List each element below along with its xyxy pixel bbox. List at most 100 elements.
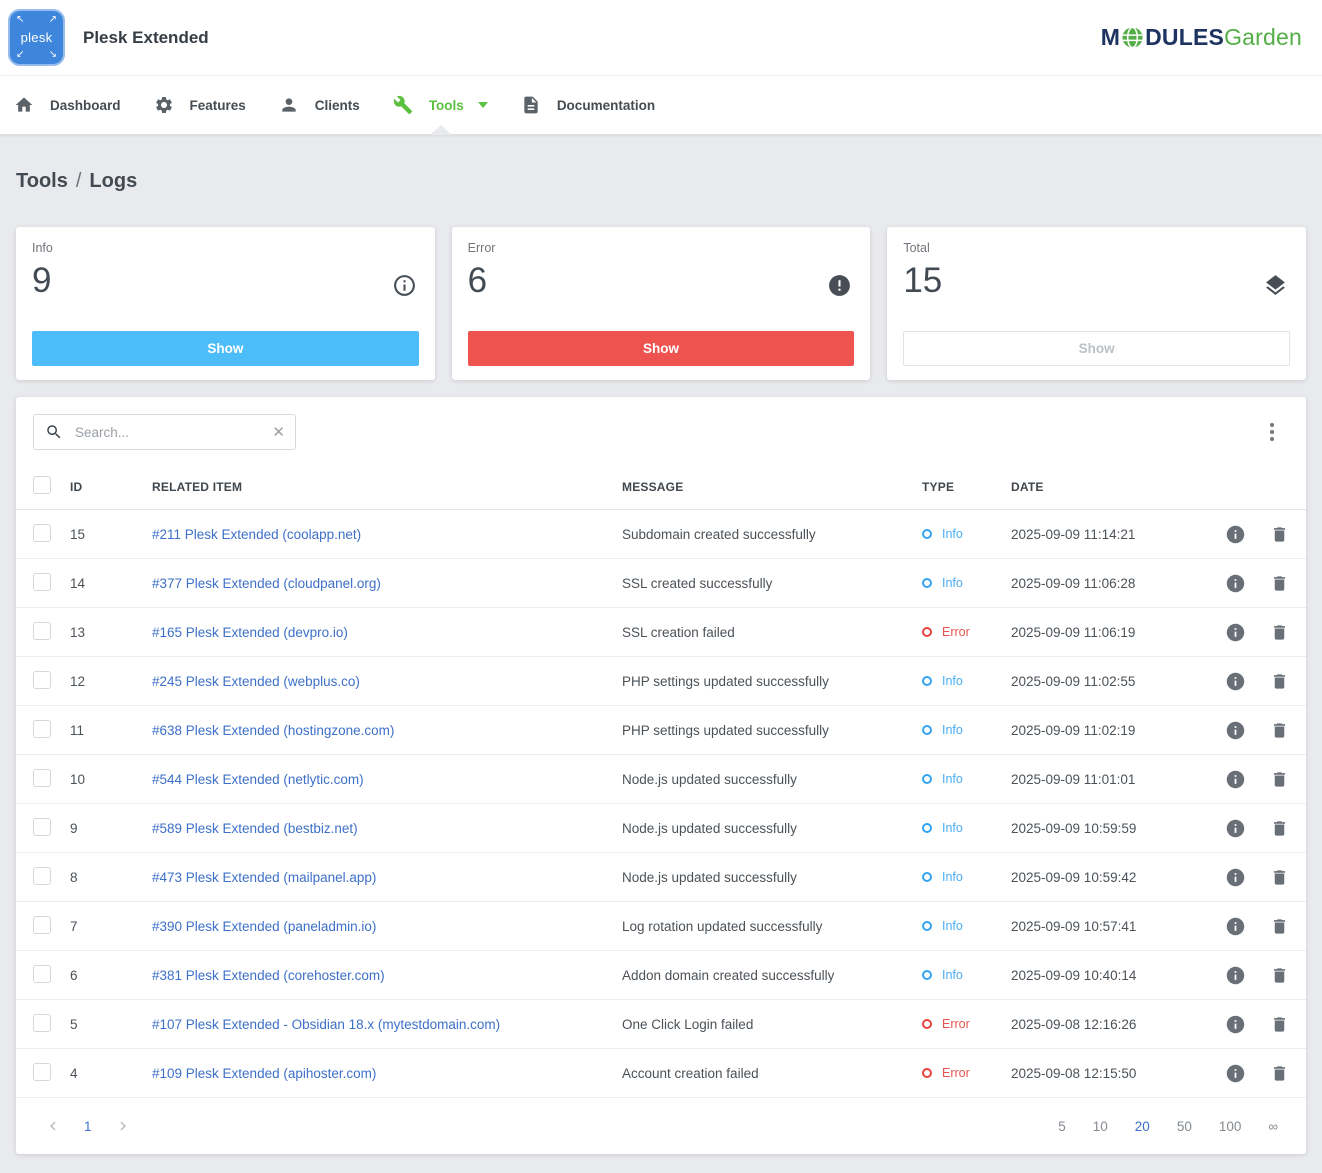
row-id: 11 <box>70 723 152 738</box>
type-label: Info <box>942 772 963 786</box>
row-checkbox[interactable] <box>33 867 51 885</box>
row-id: 10 <box>70 772 152 787</box>
row-checkbox[interactable] <box>33 573 51 591</box>
related-item-link[interactable]: #381 Plesk Extended (corehoster.com) <box>152 968 622 983</box>
table-options-menu-icon[interactable] <box>1262 418 1282 446</box>
row-date: 2025-09-09 11:14:21 <box>1011 527 1199 542</box>
info-icon[interactable] <box>1225 671 1246 692</box>
chevron-right-icon[interactable] <box>114 1117 132 1135</box>
type-circle-icon <box>922 627 932 637</box>
row-message: Addon domain created successfully <box>622 968 922 983</box>
row-type: Info <box>922 772 1011 786</box>
row-checkbox[interactable] <box>33 769 51 787</box>
row-message: PHP settings updated successfully <box>622 723 922 738</box>
nav-label: Features <box>190 98 246 113</box>
clear-search-icon[interactable]: ✕ <box>272 425 285 440</box>
nav-item-documentation[interactable]: Documentation <box>521 95 655 115</box>
nav-item-tools[interactable]: Tools <box>393 95 488 115</box>
type-circle-icon <box>922 676 932 686</box>
search-input[interactable] <box>75 425 264 440</box>
row-message: SSL created successfully <box>622 576 922 591</box>
info-icon[interactable] <box>1225 1014 1246 1035</box>
related-item-link[interactable]: #473 Plesk Extended (mailpanel.app) <box>152 870 622 885</box>
row-date: 2025-09-09 10:59:42 <box>1011 870 1199 885</box>
row-checkbox[interactable] <box>33 818 51 836</box>
stat-cards: Info 9 Show Error 6 Show Total 15 Show <box>16 227 1306 380</box>
page-size-50[interactable]: 50 <box>1177 1119 1192 1134</box>
show-total-button[interactable]: Show <box>903 331 1290 366</box>
page-size-20[interactable]: 20 <box>1135 1119 1150 1134</box>
related-item-link[interactable]: #589 Plesk Extended (bestbiz.net) <box>152 821 622 836</box>
row-actions <box>1199 818 1289 839</box>
page-size-10[interactable]: 10 <box>1093 1119 1108 1134</box>
row-actions <box>1199 769 1289 790</box>
related-item-link[interactable]: #245 Plesk Extended (webplus.co) <box>152 674 622 689</box>
row-checkbox[interactable] <box>33 1014 51 1032</box>
type-circle-icon <box>922 578 932 588</box>
related-item-link[interactable]: #390 Plesk Extended (paneladmin.io) <box>152 919 622 934</box>
breadcrumb-section[interactable]: Tools <box>16 170 68 192</box>
row-actions <box>1199 622 1289 643</box>
row-id: 9 <box>70 821 152 836</box>
trash-icon[interactable] <box>1270 525 1289 544</box>
trash-icon[interactable] <box>1270 770 1289 789</box>
info-icon[interactable] <box>1225 867 1246 888</box>
type-label: Info <box>942 968 963 982</box>
select-all-checkbox[interactable] <box>33 476 51 494</box>
info-icon[interactable] <box>1225 769 1246 790</box>
page-size-options: 5 10 20 50 100 ∞ <box>1058 1119 1278 1134</box>
nav-item-dashboard[interactable]: Dashboard <box>14 95 121 115</box>
brand-m: M <box>1101 24 1120 51</box>
related-item-link[interactable]: #107 Plesk Extended - Obsidian 18.x (myt… <box>152 1017 622 1032</box>
trash-icon[interactable] <box>1270 1064 1289 1083</box>
trash-icon[interactable] <box>1270 574 1289 593</box>
trash-icon[interactable] <box>1270 672 1289 691</box>
row-actions <box>1199 671 1289 692</box>
info-icon[interactable] <box>1225 720 1246 741</box>
stat-card-total: Total 15 Show <box>887 227 1306 380</box>
breadcrumb-separator: / <box>76 170 82 192</box>
related-item-link[interactable]: #544 Plesk Extended (netlytic.com) <box>152 772 622 787</box>
row-date: 2025-09-09 11:06:19 <box>1011 625 1199 640</box>
row-checkbox[interactable] <box>33 965 51 983</box>
info-icon[interactable] <box>1225 818 1246 839</box>
plesk-logo: ↖ ↗ ↙ ↘ plesk <box>8 9 65 66</box>
nav-item-clients[interactable]: Clients <box>279 95 360 115</box>
show-info-button[interactable]: Show <box>32 331 419 366</box>
row-checkbox[interactable] <box>33 524 51 542</box>
info-icon[interactable] <box>1225 622 1246 643</box>
related-item-link[interactable]: #165 Plesk Extended (devpro.io) <box>152 625 622 640</box>
trash-icon[interactable] <box>1270 917 1289 936</box>
page-size-all[interactable]: ∞ <box>1268 1119 1278 1134</box>
row-date: 2025-09-09 10:57:41 <box>1011 919 1199 934</box>
row-message: Node.js updated successfully <box>622 772 922 787</box>
trash-icon[interactable] <box>1270 819 1289 838</box>
related-item-link[interactable]: #377 Plesk Extended (cloudpanel.org) <box>152 576 622 591</box>
row-checkbox[interactable] <box>33 916 51 934</box>
trash-icon[interactable] <box>1270 966 1289 985</box>
trash-icon[interactable] <box>1270 623 1289 642</box>
row-checkbox[interactable] <box>33 720 51 738</box>
app-header: ↖ ↗ ↙ ↘ plesk Plesk Extended M DULES Gar… <box>0 0 1322 76</box>
info-icon[interactable] <box>1225 573 1246 594</box>
nav-item-features[interactable]: Features <box>154 95 246 115</box>
row-checkbox[interactable] <box>33 671 51 689</box>
trash-icon[interactable] <box>1270 868 1289 887</box>
related-item-link[interactable]: #109 Plesk Extended (apihoster.com) <box>152 1066 622 1081</box>
info-icon[interactable] <box>1225 916 1246 937</box>
page-size-5[interactable]: 5 <box>1058 1119 1066 1134</box>
row-checkbox[interactable] <box>33 1063 51 1081</box>
info-icon[interactable] <box>1225 965 1246 986</box>
show-error-button[interactable]: Show <box>468 331 855 366</box>
info-icon[interactable] <box>1225 1063 1246 1084</box>
trash-icon[interactable] <box>1270 721 1289 740</box>
page-size-100[interactable]: 100 <box>1219 1119 1242 1134</box>
trash-icon[interactable] <box>1270 1015 1289 1034</box>
current-page[interactable]: 1 <box>84 1119 92 1134</box>
related-item-link[interactable]: #211 Plesk Extended (coolapp.net) <box>152 527 622 542</box>
related-item-link[interactable]: #638 Plesk Extended (hostingzone.com) <box>152 723 622 738</box>
table-row: 8 #473 Plesk Extended (mailpanel.app) No… <box>16 853 1306 902</box>
info-icon[interactable] <box>1225 524 1246 545</box>
chevron-left-icon[interactable] <box>44 1117 62 1135</box>
row-checkbox[interactable] <box>33 622 51 640</box>
